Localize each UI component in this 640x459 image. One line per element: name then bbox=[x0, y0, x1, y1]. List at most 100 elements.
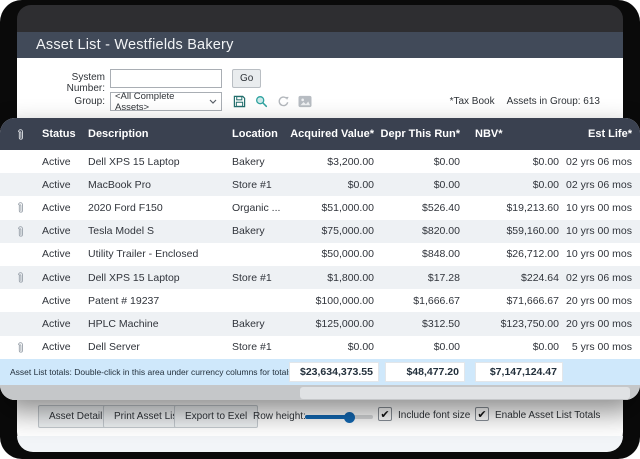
table-row[interactable]: Active HPLC Machine Bakery $125,000.00 $… bbox=[0, 312, 640, 335]
cell-description: 2020 Ford F150 bbox=[86, 202, 230, 214]
table-row[interactable]: Active Tesla Model S Bakery $75,000.00 $… bbox=[0, 220, 640, 243]
cell-location: Bakery bbox=[230, 318, 287, 330]
cell-location: Store #1 bbox=[230, 179, 287, 191]
cell-acquired-value: $125,000.00 bbox=[287, 318, 378, 330]
page-title: Asset List - Westfields Bakery bbox=[36, 37, 234, 53]
cell-acquired-value: $75,000.00 bbox=[287, 225, 378, 237]
cell-est-life: 20 yrs 00 mos bbox=[563, 318, 640, 330]
total-acquired-value: $23,634,373.55 bbox=[289, 362, 379, 382]
table-row[interactable]: Active Patent # 19237 $100,000.00 $1,666… bbox=[0, 289, 640, 312]
cell-status: Active bbox=[40, 318, 86, 330]
assets-in-group-count: Assets in Group: 613 bbox=[507, 96, 600, 107]
paperclip-icon bbox=[0, 127, 40, 142]
system-number-label: System Number: bbox=[35, 72, 105, 94]
col-header-depr-this-run[interactable]: Depr This Run* bbox=[378, 128, 463, 140]
table-row[interactable]: Active MacBook Pro Store #1 $0.00 $0.00 … bbox=[0, 173, 640, 196]
totals-hint-label: Asset List totals: Double-click in this … bbox=[0, 367, 295, 377]
cell-description: MacBook Pro bbox=[86, 179, 230, 191]
cell-acquired-value: $51,000.00 bbox=[287, 202, 378, 214]
window-titlebar[interactable]: Asset List - Westfields Bakery bbox=[17, 32, 623, 58]
horizontal-scrollbar[interactable] bbox=[0, 385, 640, 400]
totals-bar[interactable]: Asset List totals: Double-click in this … bbox=[0, 359, 640, 386]
col-header-description[interactable]: Description bbox=[86, 128, 230, 140]
cell-nbv: $224.64 bbox=[463, 272, 563, 284]
search-icon[interactable] bbox=[254, 95, 268, 109]
cell-nbv: $26,712.00 bbox=[463, 248, 563, 260]
slider-thumb[interactable] bbox=[344, 412, 355, 423]
cell-location: Store #1 bbox=[230, 341, 287, 353]
save-icon[interactable] bbox=[232, 95, 246, 109]
chevron-down-icon bbox=[209, 96, 217, 107]
paperclip-icon bbox=[16, 340, 25, 355]
cell-status: Active bbox=[40, 202, 86, 214]
enable-totals-label: Enable Asset List Totals bbox=[495, 410, 600, 421]
cell-location: Bakery bbox=[230, 156, 287, 168]
go-button[interactable]: Go bbox=[232, 69, 261, 88]
cell-nbv: $59,160.00 bbox=[463, 225, 563, 237]
cell-status: Active bbox=[40, 179, 86, 191]
cell-status: Active bbox=[40, 156, 86, 168]
cell-est-life: 5 yrs 00 mos bbox=[563, 341, 640, 353]
cell-status: Active bbox=[40, 225, 86, 237]
cell-acquired-value: $0.00 bbox=[287, 341, 378, 353]
cell-nbv: $19,213.60 bbox=[463, 202, 563, 214]
table-row[interactable]: Active Dell XPS 15 Laptop Store #1 $1,80… bbox=[0, 266, 640, 289]
cell-description: HPLC Machine bbox=[86, 318, 230, 330]
cell-description: Tesla Model S bbox=[86, 225, 230, 237]
include-font-size-checkbox[interactable]: ✔ bbox=[378, 407, 392, 421]
screenshot-canvas: Asset List - Westfields Bakery System Nu… bbox=[0, 0, 640, 459]
total-nbv: $7,147,124.47 bbox=[475, 362, 563, 382]
cell-status: Active bbox=[40, 272, 86, 284]
table-row[interactable]: Active Dell XPS 15 Laptop Bakery $3,200.… bbox=[0, 150, 640, 173]
cell-depr-this-run: $1,666.67 bbox=[378, 295, 463, 307]
cell-depr-this-run: $312.50 bbox=[378, 318, 463, 330]
col-header-status[interactable]: Status bbox=[40, 128, 86, 140]
col-header-location[interactable]: Location bbox=[230, 128, 287, 140]
cell-acquired-value: $1,800.00 bbox=[287, 272, 378, 284]
tax-book-note: *Tax Book bbox=[450, 96, 495, 107]
cell-depr-this-run: $0.00 bbox=[378, 341, 463, 353]
total-depr-this-run: $48,477.20 bbox=[385, 362, 465, 382]
cell-status: Active bbox=[40, 248, 86, 260]
cell-depr-this-run: $0.00 bbox=[378, 179, 463, 191]
paperclip-icon bbox=[16, 224, 25, 239]
refresh-icon[interactable] bbox=[276, 95, 290, 109]
group-dropdown[interactable]: <All Complete Assets> bbox=[110, 92, 222, 111]
table-row[interactable]: Active Utility Trailer - Enclosed $50,00… bbox=[0, 243, 640, 266]
cell-nbv: $71,666.67 bbox=[463, 295, 563, 307]
cell-depr-this-run: $17.28 bbox=[378, 272, 463, 284]
group-label: Group: bbox=[35, 96, 105, 107]
cell-status: Active bbox=[40, 341, 86, 353]
cell-nbv: $0.00 bbox=[463, 341, 563, 353]
export-to-excel-button[interactable]: Export to Exel bbox=[174, 405, 258, 428]
taxbook-status: *Tax Book Assets in Group: 613 bbox=[450, 96, 600, 107]
group-action-icons bbox=[232, 93, 312, 110]
col-header-est-life[interactable]: Est Life* bbox=[563, 128, 640, 140]
window-chrome-strip bbox=[17, 5, 623, 32]
group-dropdown-value: <All Complete Assets> bbox=[115, 91, 209, 113]
cell-location: Bakery bbox=[230, 225, 287, 237]
cell-est-life: 10 yrs 00 mos bbox=[563, 248, 640, 260]
table-row[interactable]: Active Dell Server Store #1 $0.00 $0.00 … bbox=[0, 336, 640, 359]
col-header-acquired-value[interactable]: Acquired Value* bbox=[287, 128, 378, 140]
cell-depr-this-run: $0.00 bbox=[378, 156, 463, 168]
cell-acquired-value: $50,000.00 bbox=[287, 248, 378, 260]
cell-description: Patent # 19237 bbox=[86, 295, 230, 307]
cell-depr-this-run: $526.40 bbox=[378, 202, 463, 214]
enable-totals-checkbox[interactable]: ✔ bbox=[475, 407, 489, 421]
table-row[interactable]: Active 2020 Ford F150 Organic ... $51,00… bbox=[0, 196, 640, 219]
col-header-nbv[interactable]: NBV* bbox=[463, 128, 563, 140]
cell-description: Dell XPS 15 Laptop bbox=[86, 156, 230, 168]
paperclip-icon bbox=[16, 200, 25, 215]
row-height-label: Row height: bbox=[253, 411, 306, 422]
row-height-slider[interactable] bbox=[305, 415, 373, 419]
cell-status: Active bbox=[40, 295, 86, 307]
image-icon[interactable] bbox=[298, 95, 312, 109]
grid-rows: Active Dell XPS 15 Laptop Bakery $3,200.… bbox=[0, 150, 640, 359]
cell-nbv: $0.00 bbox=[463, 179, 563, 191]
system-number-input[interactable] bbox=[110, 69, 222, 88]
cell-description: Utility Trailer - Enclosed bbox=[86, 248, 230, 260]
cell-est-life: 10 yrs 00 mos bbox=[563, 225, 640, 237]
cell-est-life: 10 yrs 00 mos bbox=[563, 202, 640, 214]
scrollbar-thumb[interactable] bbox=[300, 387, 630, 399]
